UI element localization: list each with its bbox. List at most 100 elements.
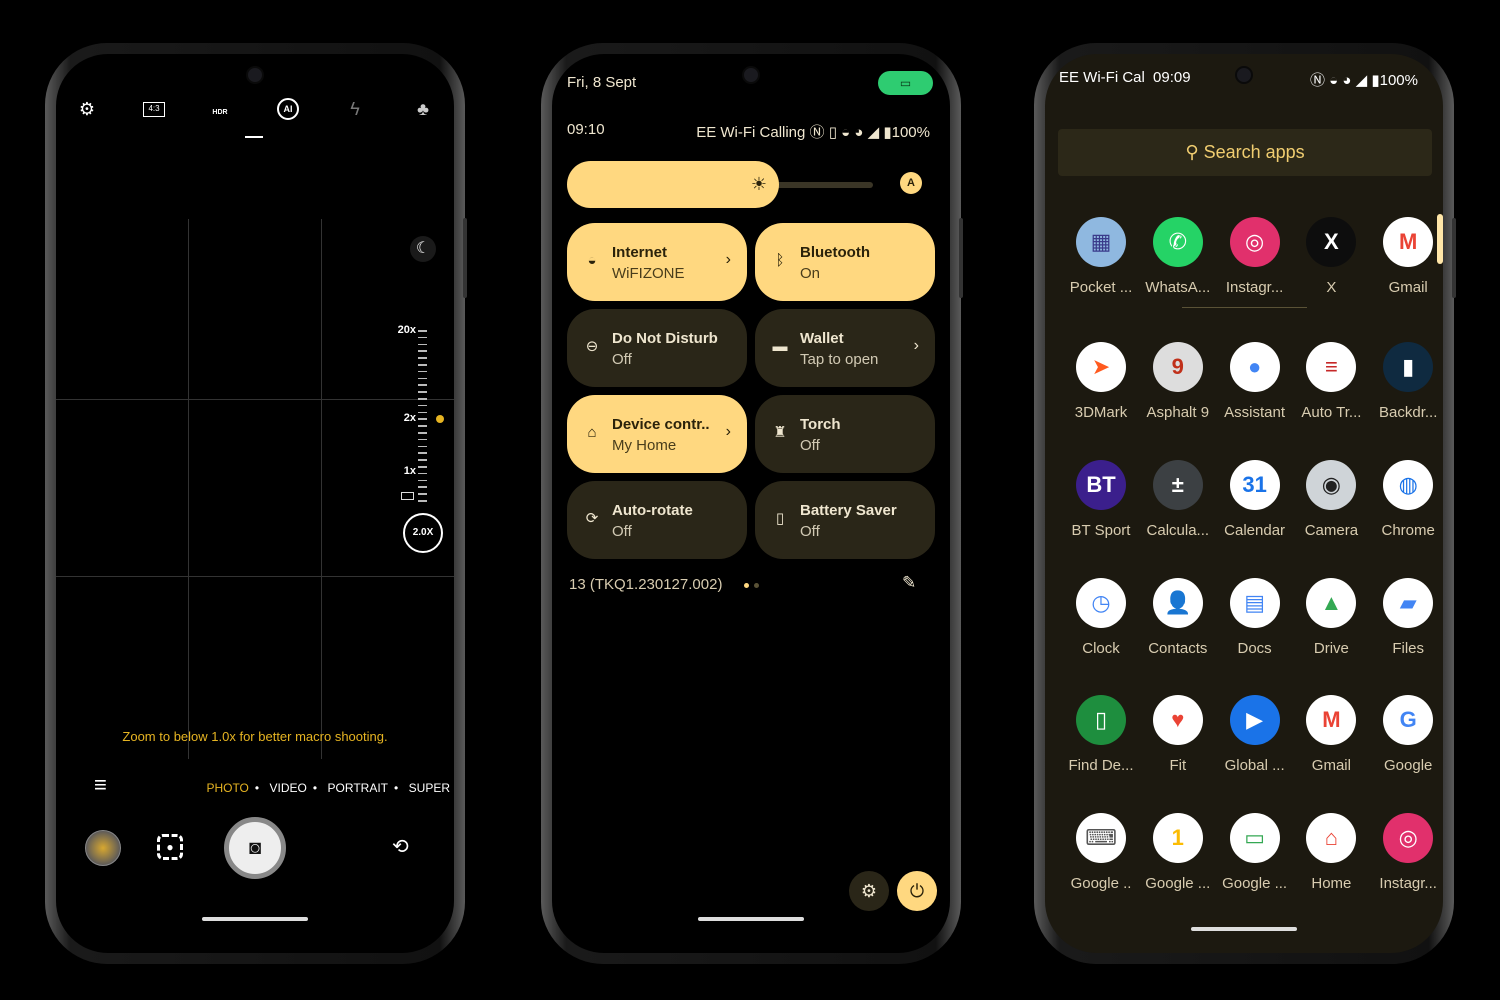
camera-in-use-chip[interactable]: ▭	[878, 71, 933, 95]
gesture-bar	[698, 917, 804, 921]
zoom-value-button[interactable]: 2.0X	[403, 513, 443, 553]
mode-portrait[interactable]: PORTRAIT	[328, 781, 388, 795]
app-icon-instagr[interactable]: ◎ Instagr...	[1370, 813, 1443, 892]
tile-title: Internet	[612, 244, 668, 261]
app-icon-x[interactable]: XX	[1293, 217, 1369, 296]
tile-internet[interactable]: ◒ Internet WiFIZONE ›	[567, 223, 747, 301]
zoom-handle[interactable]	[436, 415, 444, 423]
tile-bluetooth[interactable]: ᛒ Bluetooth On	[755, 223, 935, 301]
search-apps-bar[interactable]: ⚲ Search apps	[1058, 129, 1432, 176]
app-drawer-screen: EE Wi-Fi Cal 09:09 Ⓝ ◒ ◕ ◢ ▮100% ⚲ Searc…	[1045, 54, 1443, 953]
app-icon-bt-sport[interactable]: BT BT Sport	[1063, 460, 1139, 539]
mode-super[interactable]: SUPER	[409, 781, 450, 795]
zoom-tick	[418, 425, 427, 427]
mode-photo[interactable]: PHOTO	[206, 781, 248, 795]
tile-wallet[interactable]: ▬ Wallet Tap to open ›	[755, 309, 935, 387]
app-icon-docs[interactable]: ▤ Docs	[1217, 578, 1293, 657]
tile-title: Torch	[800, 416, 841, 433]
time: 09:09	[1153, 69, 1191, 86]
edit-pencil-icon[interactable]: ✎	[902, 573, 916, 593]
app-icon-gmail[interactable]: M Gmail	[1293, 695, 1369, 774]
app-logo-icon: 👤	[1152, 578, 1203, 628]
power-icon[interactable]: ⏻	[897, 871, 937, 911]
phone-quick-settings: Fri, 8 Sept ▭ 09:10 EE Wi-Fi Calling Ⓝ ▯…	[541, 43, 963, 964]
app-icon-chrome[interactable]: ◍ Chrome	[1370, 460, 1443, 539]
zoom-tick	[418, 445, 427, 448]
app-logo-icon: ◷	[1076, 578, 1126, 628]
app-logo-icon: ▲	[1306, 578, 1357, 628]
app-icon-google[interactable]: G Google	[1370, 695, 1443, 774]
app-icon-pocket[interactable]: ▦ Pocket ...	[1063, 217, 1139, 296]
aspect-ratio-button[interactable]: 4:3	[143, 102, 165, 117]
phone-camera: ⚙ 4:3 HDR AI ϟ ♣ ☾ 20x 2x 1x 2.0X Zoom t…	[45, 43, 467, 964]
tile-subtitle: On	[800, 265, 821, 282]
tile-battery-saver[interactable]: ▯ Battery Saver Off	[755, 481, 935, 559]
signal-icon: ◢	[1355, 72, 1368, 89]
settings-gear-icon[interactable]: ⚙	[76, 98, 98, 120]
search-icon: ⚲	[1185, 142, 1199, 162]
zoom-tick	[418, 336, 427, 339]
ai-scene-icon[interactable]: AI	[277, 98, 299, 120]
app-label: Backdr...	[1379, 404, 1438, 421]
tile-do-not-disturb[interactable]: ⊖ Do Not Disturb Off	[567, 309, 747, 387]
auto-brightness-icon[interactable]: A	[900, 172, 922, 194]
gallery-thumbnail[interactable]	[85, 830, 121, 866]
night-mode-icon[interactable]: ☾	[410, 236, 436, 262]
build-number[interactable]: 13 (TKQ1.230127.002)	[569, 576, 722, 593]
tile-auto-rotate[interactable]: ⟳ Auto-rotate Off	[567, 481, 747, 559]
filters-icon[interactable]: ♣	[412, 98, 434, 120]
settings-gear-icon[interactable]: ⚙	[849, 871, 889, 911]
app-icon-google[interactable]: 1 Google ...	[1140, 813, 1216, 892]
wifi-icon: ◒	[841, 124, 851, 141]
hdr-auto-icon[interactable]: HDR	[209, 98, 231, 120]
grid-line	[56, 399, 454, 400]
app-icon-whatsa[interactable]: ✆ WhatsA...	[1140, 217, 1216, 296]
app-icon-3dmark[interactable]: ➤ 3DMark	[1063, 342, 1139, 421]
app-icon-backdr[interactable]: ▮ Backdr...	[1370, 342, 1443, 421]
tile-subtitle: Off	[612, 523, 632, 540]
app-label: Contacts	[1148, 640, 1208, 657]
macro-icon[interactable]	[401, 492, 414, 500]
brightness-track[interactable]	[767, 182, 873, 188]
zoom-tick	[418, 370, 427, 373]
switch-camera-icon[interactable]: ⟲	[392, 834, 409, 859]
status-right: Ⓝ ◒ ◕ ◢ ▮100%	[1310, 69, 1418, 90]
app-label: Files	[1392, 640, 1425, 657]
app-icon-find-de[interactable]: ▯ Find De...	[1063, 695, 1139, 774]
tile-subtitle: My Home	[612, 437, 677, 454]
app-icon-auto-tr[interactable]: ≡ Auto Tr...	[1293, 342, 1369, 421]
shutter-button[interactable]: ◙	[224, 817, 286, 879]
data-saver-icon: ◕	[854, 124, 864, 141]
tile-torch[interactable]: ♜ Torch Off	[755, 395, 935, 473]
app-icon-asphalt-9[interactable]: 9 Asphalt 9	[1140, 342, 1216, 421]
app-label: Camera	[1304, 522, 1359, 539]
app-icon-assistant[interactable]: ● Assistant	[1217, 342, 1293, 421]
app-icon-camera[interactable]: ◉ Camera	[1293, 460, 1369, 539]
battery-icon: ▮	[1371, 72, 1380, 89]
app-logo-icon: G	[1383, 695, 1434, 745]
flash-off-icon[interactable]: ϟ	[344, 98, 366, 120]
app-icon-gmail[interactable]: M Gmail	[1370, 217, 1443, 296]
menu-icon[interactable]: ≡	[94, 774, 107, 796]
app-icon-calcula[interactable]: ± Calcula...	[1140, 460, 1216, 539]
app-logo-icon: ◎	[1229, 217, 1280, 267]
app-icon-google[interactable]: ▭ Google ...	[1217, 813, 1293, 892]
app-icon-google[interactable]: ⌨ Google ..	[1063, 813, 1139, 892]
lens-scan-icon[interactable]: ●	[157, 834, 183, 860]
app-icon-fit[interactable]: ♥ Fit	[1140, 695, 1216, 774]
app-icon-global[interactable]: ▶ Global ...	[1217, 695, 1293, 774]
app-icon-clock[interactable]: ◷ Clock	[1063, 578, 1139, 657]
zoom-tick	[418, 493, 427, 495]
mode-video[interactable]: VIDEO	[270, 781, 307, 795]
zoom-tick	[418, 357, 427, 359]
app-icon-contacts[interactable]: 👤 Contacts	[1140, 578, 1216, 657]
brightness-slider[interactable]: ☀	[567, 161, 779, 208]
app-icon-files[interactable]: ▰ Files	[1370, 578, 1443, 657]
chevron-right-icon: ›	[913, 337, 919, 354]
tile-device-contr[interactable]: ⌂ Device contr.. My Home ›	[567, 395, 747, 473]
app-icon-drive[interactable]: ▲ Drive	[1293, 578, 1369, 657]
app-icon-home[interactable]: ⌂ Home	[1293, 813, 1369, 892]
app-label: Docs	[1237, 640, 1272, 657]
app-icon-instagr[interactable]: ◎ Instagr...	[1217, 217, 1293, 296]
app-icon-calendar[interactable]: 31 Calendar	[1217, 460, 1293, 539]
